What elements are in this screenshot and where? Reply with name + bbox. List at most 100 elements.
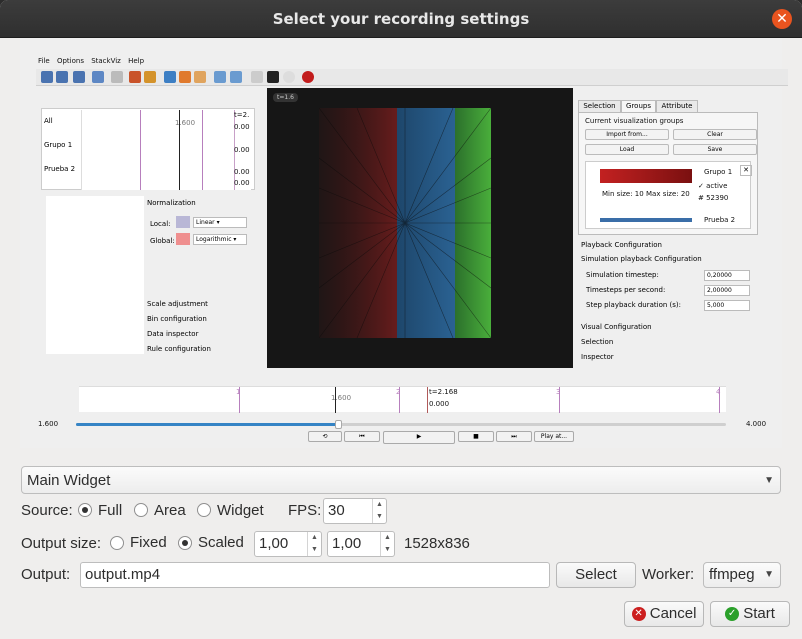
cancel-button[interactable]: ✕ Cancel [624, 601, 704, 627]
row-prueba-2[interactable]: Prueba 2 [44, 165, 75, 173]
toolbar-icon-3[interactable] [73, 71, 85, 83]
load-button[interactable]: Load [585, 144, 669, 155]
line-chart-icon[interactable] [251, 71, 263, 83]
import-from-button[interactable]: Import from... [585, 129, 669, 140]
stack-visualization [318, 107, 492, 339]
zoom-in-icon[interactable] [214, 71, 226, 83]
source-area-radio[interactable] [134, 503, 148, 517]
spin-arrows-icon[interactable]: ▲ ▼ [380, 532, 394, 556]
timesteps-per-second-input[interactable]: 2,00000 [704, 285, 750, 296]
source-area-label[interactable]: Area [154, 501, 186, 521]
timeline[interactable]: 1 1.600 2 t=2.168 0.000 3 4 [79, 386, 726, 413]
normalization-title[interactable]: Normalization [147, 199, 196, 207]
size-fixed-label[interactable]: Fixed [130, 533, 167, 553]
output-resolution: 1528x836 [404, 535, 470, 552]
check-icon: ✓ [725, 607, 740, 622]
save-button[interactable]: Save [673, 144, 757, 155]
visualization-canvas[interactable]: t=1.6 [267, 88, 573, 368]
timeline-start: 1.600 [38, 420, 59, 428]
skip-forward-button[interactable]: ⏭ [496, 431, 532, 442]
output-path-input[interactable]: output.mp4 [80, 562, 550, 588]
source-label: Source: [21, 502, 73, 519]
size-fixed-radio[interactable] [110, 536, 124, 550]
home-icon[interactable] [129, 71, 141, 83]
sim-timestep-input[interactable]: 0,20000 [704, 270, 750, 281]
timeline-tick-label: 2 [396, 388, 401, 396]
source-widget-label[interactable]: Widget [217, 501, 264, 521]
local-label: Local: [150, 220, 171, 228]
rewind-button[interactable]: ⏮ [344, 431, 380, 442]
select-button[interactable]: Select [556, 562, 636, 588]
record-icon[interactable] [302, 71, 314, 83]
worker-select[interactable]: ffmpeg ▼ [703, 562, 781, 588]
local-scale-select[interactable]: Linear ▾ [193, 217, 247, 228]
start-button[interactable]: ✓ Start [710, 601, 790, 627]
tab-attribute[interactable]: Attribute [656, 100, 698, 112]
info-icon[interactable] [164, 71, 176, 83]
source-full-radio[interactable] [78, 503, 92, 517]
tools-icon[interactable] [144, 71, 156, 83]
hist-marker [140, 110, 141, 190]
row-all[interactable]: All [44, 117, 53, 125]
row-grupo-1[interactable]: Grupo 1 [44, 141, 72, 149]
scale-y-spinbox[interactable]: 1,00 ▲ ▼ [327, 531, 395, 557]
time-slider[interactable] [76, 420, 726, 429]
global-scale-select[interactable]: Logarithmic ▾ [193, 234, 247, 245]
group-active-checkbox[interactable]: ✓ active [698, 182, 727, 190]
playback-config-title[interactable]: Playback Configuration [581, 241, 662, 249]
play-at-button[interactable]: Play at... [534, 431, 574, 442]
step-duration-input[interactable]: 5,000 [704, 300, 750, 311]
area-chart-icon[interactable] [194, 71, 206, 83]
section-data-inspector[interactable]: Data inspector [147, 330, 198, 338]
sim-config-title[interactable]: Simulation playback Configuration [581, 255, 702, 263]
close-button[interactable]: ✕ [772, 9, 792, 29]
group-min-size: Min size: 10 [602, 190, 644, 198]
section-selection[interactable]: Selection [581, 338, 613, 346]
toolbar-icon-1[interactable] [41, 71, 53, 83]
play-button[interactable]: ▶ [383, 431, 455, 444]
spin-arrows-icon[interactable]: ▲ ▼ [307, 532, 321, 556]
time-slider-handle[interactable] [335, 420, 342, 429]
scale-x-spinbox[interactable]: 1,00 ▲ ▼ [254, 531, 322, 557]
section-rule-configuration[interactable]: Rule configuration [147, 345, 211, 353]
loop-button[interactable]: ⟲ [308, 431, 342, 442]
group-card[interactable]: Grupo 1 ✕ ✓ active Min size: 10 Max size… [585, 161, 752, 229]
next-group-name: Prueba 2 [704, 216, 736, 224]
play-icon[interactable] [267, 71, 279, 83]
section-inspector[interactable]: Inspector [581, 353, 614, 361]
timeline-tick-label: 4 [716, 388, 721, 396]
spin-arrows-icon[interactable]: ▲ ▼ [372, 499, 386, 523]
local-color-swatch[interactable] [176, 216, 190, 228]
tab-selection[interactable]: Selection [578, 100, 621, 112]
cancel-label: Cancel [649, 605, 697, 622]
start-label: Start [743, 605, 775, 622]
close-icon[interactable] [111, 71, 123, 83]
toolbar-icon-2[interactable] [56, 71, 68, 83]
fps-spinbox[interactable]: 30 ▲ ▼ [323, 498, 387, 524]
record-toggle-icon[interactable] [283, 71, 295, 83]
chart-icon[interactable] [179, 71, 191, 83]
source-full-label[interactable]: Full [98, 501, 122, 521]
zoom-out-icon[interactable] [230, 71, 242, 83]
timeline-marker-time: t=2.168 [429, 388, 458, 396]
section-visual-configuration[interactable]: Visual Configuration [581, 323, 652, 331]
menu-stackviz[interactable]: StackViz [91, 57, 121, 65]
folder-icon[interactable] [92, 71, 104, 83]
hist-label: 1.600 [175, 119, 196, 127]
fps-value: 30 [328, 502, 345, 519]
size-scaled-radio[interactable] [178, 536, 192, 550]
size-scaled-label[interactable]: Scaled [198, 533, 244, 553]
menu-options[interactable]: Options [57, 57, 84, 65]
recording-form: Main Widget ▼ Source: Full Area Widget F… [0, 450, 802, 639]
menu-file[interactable]: File [38, 57, 50, 65]
clear-button[interactable]: Clear [673, 129, 757, 140]
section-bin-configuration[interactable]: Bin configuration [147, 315, 207, 323]
widget-select[interactable]: Main Widget ▼ [21, 466, 781, 494]
group-remove-icon[interactable]: ✕ [740, 165, 752, 176]
source-widget-radio[interactable] [197, 503, 211, 517]
section-scale-adjustment[interactable]: Scale adjustment [147, 300, 208, 308]
stop-button[interactable]: ■ [458, 431, 494, 442]
global-color-swatch[interactable] [176, 233, 190, 245]
menu-help[interactable]: Help [128, 57, 144, 65]
tab-groups[interactable]: Groups [621, 100, 656, 112]
